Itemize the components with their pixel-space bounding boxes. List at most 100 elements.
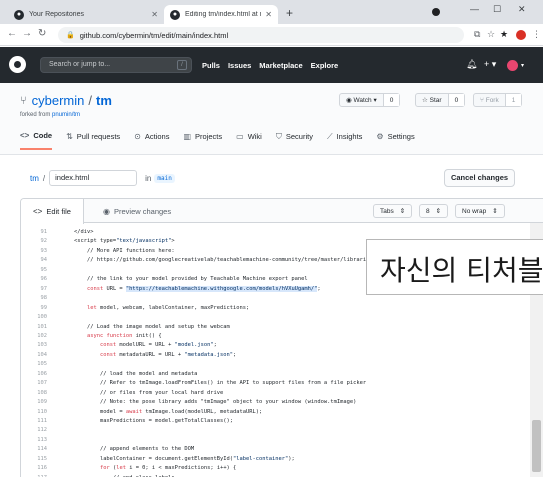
code-text: labelContainer = document.getElementById… <box>61 455 295 462</box>
nav-issues[interactable]: Issues <box>228 61 251 70</box>
cancel-changes-button[interactable]: Cancel changes <box>444 169 515 187</box>
code-line[interactable]: 106 // load the model and metadata <box>21 370 197 378</box>
code-line[interactable]: 105 <box>21 360 61 368</box>
repo-name-link[interactable]: tm <box>96 93 112 108</box>
filename-input[interactable]: index.html <box>49 170 138 186</box>
indent-size-value: 8 <box>426 207 430 215</box>
code-line[interactable]: 112 <box>21 426 61 434</box>
editor-scrollbar-thumb[interactable] <box>532 420 541 472</box>
tab-code[interactable]: <> Code <box>20 131 53 150</box>
code-line[interactable]: 98 <box>21 294 61 302</box>
tab-wiki[interactable]: ▭ Wiki <box>236 131 262 150</box>
window-close-icon[interactable]: ✕ <box>518 4 526 15</box>
user-avatar[interactable] <box>507 60 518 71</box>
bell-icon[interactable]: 🔔︎ <box>466 59 477 70</box>
extension-icon[interactable]: ★ <box>500 29 508 40</box>
code-line[interactable]: 99 let model, webcam, labelContainer, ma… <box>21 304 250 312</box>
indent-mode-select[interactable]: Tabs ⇕ <box>373 204 413 218</box>
code-text: // load the model and metadata <box>61 370 198 377</box>
star-count[interactable]: 0 <box>447 94 465 106</box>
close-icon[interactable]: ✕ <box>265 10 272 19</box>
github-logo-icon[interactable] <box>9 56 26 73</box>
new-tab-icon[interactable]: + <box>286 6 293 20</box>
preview-changes-label: Preview changes <box>113 206 172 216</box>
star-button[interactable]: ☆ Star 0 <box>415 93 466 107</box>
code-line[interactable]: 111 maxPredictions = model.getTotalClass… <box>21 417 233 425</box>
code-text: async function init() { <box>86 332 162 339</box>
repo-owner-link[interactable]: cybermin <box>32 93 85 108</box>
github-search-input[interactable]: Search or jump to... / <box>40 57 192 73</box>
edit-file-tab[interactable]: <> Edit file <box>21 199 84 224</box>
tab-security[interactable]: ⛉ Security <box>276 131 313 150</box>
tab-pull-requests[interactable]: ⇅ Pull requests <box>66 131 120 150</box>
translate-icon[interactable]: ⧉ <box>474 29 480 40</box>
star-label: Star <box>429 97 442 104</box>
code-line[interactable]: 109 // Note: the pose library adds "tmIm… <box>21 398 356 406</box>
code-line[interactable]: 91 </div> <box>21 228 94 236</box>
path-repo-link[interactable]: tm <box>30 174 39 183</box>
code-line[interactable]: 108 // or files from your local hard dri… <box>21 389 223 397</box>
code-text: // Refer to tmImage.loadFromFiles() in t… <box>61 380 367 387</box>
code-line[interactable]: 110 model = await tmImage.load(modelURL,… <box>21 408 262 416</box>
code-line[interactable]: 102 async function init() { <box>21 332 162 340</box>
code-line[interactable]: 92 <script type="text/javascript"> <box>21 237 175 245</box>
browser-tab-repositories[interactable]: ● Your Repositories ✕ <box>8 5 164 24</box>
tab-label: Pull requests <box>76 132 121 141</box>
plus-icon[interactable]: + ▾ <box>484 59 496 70</box>
github-header: Search or jump to... / Pulls Issues Mark… <box>0 47 543 83</box>
indent-size-select[interactable]: 8 ⇕ <box>419 204 449 218</box>
forked-from-link[interactable]: pnumin/tm <box>52 112 80 118</box>
maximize-icon[interactable]: ☐ <box>493 4 501 15</box>
lock-icon: 🔒 <box>66 32 75 39</box>
code-text: for (let i = 0; i < maxPredictions; i++)… <box>99 465 237 472</box>
code-line[interactable]: 94 // https://github.com/googlecreativel… <box>21 256 393 264</box>
repo-header: ⑂ cybermin / tm forked from pnumin/tm ◉ … <box>0 83 543 155</box>
reload-icon[interactable]: ↻ <box>38 28 46 39</box>
code-line[interactable]: 107 // Refer to tmImage.loadFromFiles() … <box>21 379 366 387</box>
code-line[interactable]: 104 const metadataURL = URL + "metadata.… <box>21 351 236 359</box>
repo-title: ⑂ cybermin / tm <box>20 93 112 108</box>
tab-settings[interactable]: ⚙ Settings <box>376 131 414 150</box>
code-line[interactable]: 103 const modelURL = URL + "model.json"; <box>21 341 217 349</box>
tab-actions[interactable]: ⊙ Actions <box>134 131 169 150</box>
minimize-icon[interactable]: — <box>470 4 479 14</box>
tab-insights[interactable]: ⟋ Insights <box>327 131 362 150</box>
code-line[interactable]: 114 // append elements to the DOM <box>21 445 194 453</box>
nav-marketplace[interactable]: Marketplace <box>259 61 302 70</box>
address-bar[interactable]: 🔒 github.com/cybermin/tm/edit/main/index… <box>58 27 464 43</box>
code-line[interactable]: 116 for (let i = 0; i < maxPredictions; … <box>21 464 236 472</box>
code-line[interactable]: 115 labelContainer = document.getElement… <box>21 455 295 463</box>
code-line[interactable]: 96 // the link to your model provided by… <box>21 275 308 283</box>
repo-forked-icon: ⑂ <box>20 94 27 107</box>
profile-avatar[interactable] <box>516 30 526 40</box>
close-icon[interactable]: ✕ <box>151 10 158 19</box>
code-line[interactable]: 100 <box>21 313 61 321</box>
watch-count[interactable]: 0 <box>382 94 400 106</box>
tab-label: Settings <box>387 132 415 141</box>
code-icon: <> <box>20 131 30 140</box>
browser-tab-editing[interactable]: ● Editing tm/index.html at main ✕ <box>164 5 278 24</box>
chevron-down-icon[interactable]: ▾ <box>521 62 524 69</box>
fork-count[interactable]: 1 <box>504 94 522 106</box>
code-line[interactable]: 93 // More API functions here: <box>21 247 175 255</box>
tab-projects[interactable]: ▥ Projects <box>183 131 222 150</box>
code-text: // More API functions here: <box>61 247 175 254</box>
project-icon: ▥ <box>183 132 192 141</box>
watch-button[interactable]: ◉ Watch ▾ 0 <box>339 93 401 107</box>
line-number: 104 <box>37 351 47 358</box>
record-indicator-icon[interactable] <box>432 8 440 16</box>
code-line[interactable]: 101 // Load the image model and setup th… <box>21 323 230 331</box>
browser-menu-icon[interactable]: ⋮ <box>532 29 541 40</box>
line-number: 102 <box>37 332 47 339</box>
forward-arrow-icon[interactable]: → <box>22 28 32 39</box>
back-arrow-icon[interactable]: ← <box>7 28 17 39</box>
code-line[interactable]: 97 const URL = "https://teachablemachine… <box>21 285 321 293</box>
code-line[interactable]: 113 <box>21 436 61 444</box>
preview-changes-tab[interactable]: ◉ Preview changes <box>91 199 183 223</box>
nav-explore[interactable]: Explore <box>311 61 339 70</box>
bookmark-star-icon[interactable]: ☆ <box>487 29 495 40</box>
fork-button[interactable]: ⑂ Fork 1 <box>473 93 523 107</box>
wrap-mode-select[interactable]: No wrap ⇕ <box>455 204 505 218</box>
code-line[interactable]: 95 <box>21 266 61 274</box>
nav-pulls[interactable]: Pulls <box>202 61 220 70</box>
